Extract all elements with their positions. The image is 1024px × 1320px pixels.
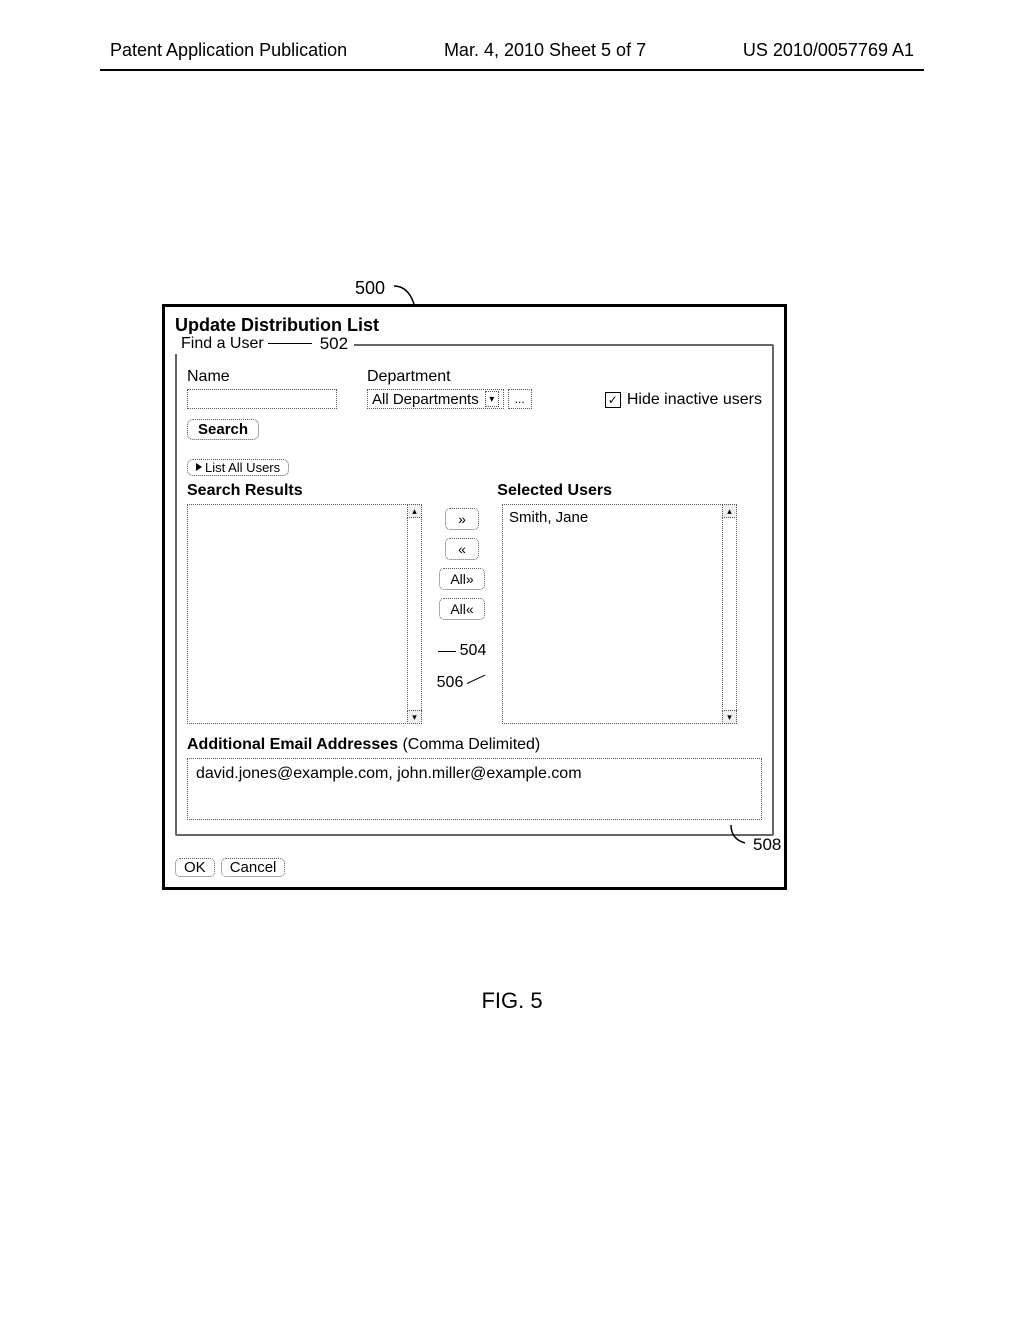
triangle-right-icon [196, 463, 202, 471]
scroll-up-icon[interactable]: ▴ [407, 504, 422, 518]
header-left: Patent Application Publication [110, 40, 347, 61]
header-right: US 2010/0057769 A1 [743, 40, 914, 61]
hide-inactive-checkbox[interactable]: ✓ [605, 392, 621, 408]
figure-caption: FIG. 5 [0, 988, 1024, 1014]
name-input[interactable] [187, 389, 337, 409]
header-rule [100, 69, 924, 71]
scrollbar[interactable]: ▴ ▾ [722, 505, 736, 723]
search-button[interactable]: Search [187, 419, 259, 440]
remove-button[interactable]: « [445, 538, 479, 560]
name-label: Name [187, 368, 337, 386]
scroll-up-icon[interactable]: ▴ [722, 504, 737, 518]
leader-line-icon [727, 825, 751, 851]
leader-line-icon [394, 280, 424, 306]
transfer-buttons: » « All» All« 504 506 [432, 508, 492, 692]
page-header: Patent Application Publication Mar. 4, 2… [0, 0, 1024, 69]
department-field-group: Department All Departments ▾ ... [367, 368, 532, 409]
cancel-button[interactable]: Cancel [221, 858, 286, 877]
name-field-group: Name [187, 368, 337, 409]
search-results-listbox[interactable]: ▴ ▾ [187, 504, 422, 724]
department-select[interactable]: All Departments ▾ [367, 389, 504, 409]
hide-inactive-group: ✓ Hide inactive users [605, 391, 762, 409]
additional-emails-label: Additional Email Addresses (Comma Delimi… [187, 736, 762, 754]
ref-506: 506 [437, 674, 488, 692]
chevron-down-icon: ▾ [485, 391, 499, 407]
selected-users-label: Selected Users [497, 482, 612, 500]
scrollbar[interactable]: ▴ ▾ [407, 505, 421, 723]
ref-504: 504 [438, 642, 487, 660]
list-item[interactable]: Smith, Jane [503, 505, 736, 530]
ref-502: 502 [320, 334, 348, 354]
ref-508: 508 [727, 825, 781, 855]
remove-all-button[interactable]: All« [439, 598, 485, 620]
scroll-down-icon[interactable]: ▾ [722, 710, 737, 724]
search-results-label: Search Results [187, 482, 303, 500]
list-all-users-button[interactable]: List All Users [187, 459, 289, 476]
ref-500: 500 [355, 278, 422, 299]
ok-button[interactable]: OK [175, 858, 215, 877]
add-button[interactable]: » [445, 508, 479, 530]
find-user-legend: Find a User 502 [175, 334, 354, 354]
scroll-down-icon[interactable]: ▾ [407, 710, 422, 724]
department-more-button[interactable]: ... [508, 389, 532, 409]
selected-users-listbox[interactable]: Smith, Jane ▴ ▾ [502, 504, 737, 724]
additional-emails-input[interactable]: david.jones@example.com, john.miller@exa… [187, 758, 762, 820]
department-label: Department [367, 368, 532, 386]
header-center: Mar. 4, 2010 Sheet 5 of 7 [444, 40, 646, 61]
hide-inactive-label: Hide inactive users [627, 391, 762, 409]
find-user-fieldset: Find a User 502 Name Department All Depa… [175, 344, 774, 836]
update-distribution-list-dialog: Update Distribution List Find a User 502… [162, 304, 787, 890]
add-all-button[interactable]: All» [439, 568, 485, 590]
